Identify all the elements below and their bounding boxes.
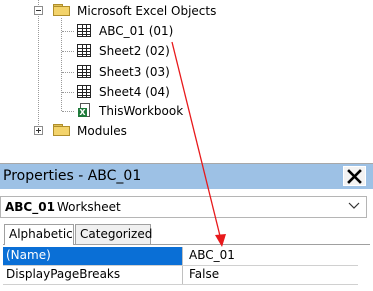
- property-name: (Name): [3, 247, 183, 265]
- tree-folder-modules[interactable]: Modules: [77, 123, 127, 139]
- folder-icon: [53, 4, 71, 16]
- property-value-input[interactable]: ABC_01: [187, 247, 359, 265]
- tree-item-sheet2[interactable]: Sheet2 (02): [99, 43, 170, 59]
- property-row-displaypagebreaks[interactable]: DisplayPageBreaks False: [3, 266, 358, 285]
- tree-branch-line: [62, 72, 74, 73]
- tree-branch-line: [62, 111, 74, 112]
- tree-guide-line: [38, 0, 39, 133]
- worksheet-icon: [77, 44, 91, 57]
- properties-tabs: Alphabetic Categorized: [0, 224, 373, 245]
- tree-branch-line: [62, 92, 74, 93]
- worksheet-icon: [77, 85, 91, 98]
- worksheet-icon: [77, 24, 91, 37]
- property-value-input[interactable]: False: [187, 266, 359, 284]
- workbook-icon: X: [78, 103, 92, 118]
- tab-label: Categorized: [80, 227, 153, 241]
- tree-branch-line: [62, 31, 74, 32]
- tree-item-sheet4[interactable]: Sheet4 (04): [99, 84, 170, 100]
- property-name: DisplayPageBreaks: [3, 266, 183, 284]
- tree-item-sheet3[interactable]: Sheet3 (03): [99, 64, 170, 80]
- object-select-dropdown[interactable]: ABC_01 Worksheet: [0, 196, 367, 218]
- tab-alphabetic[interactable]: Alphabetic: [4, 224, 74, 245]
- close-button[interactable]: [343, 166, 366, 186]
- tree-folder-excel-objects[interactable]: Microsoft Excel Objects: [77, 3, 216, 19]
- close-icon: [347, 169, 362, 184]
- worksheet-icon: [77, 65, 91, 78]
- project-explorer-tree: Microsoft Excel Objects ABC_01 (01) Shee…: [0, 0, 373, 152]
- tree-item-thisworkbook[interactable]: ThisWorkbook: [99, 103, 183, 119]
- tree-item-abc01[interactable]: ABC_01 (01): [99, 23, 173, 39]
- tab-label: Alphabetic: [9, 227, 73, 241]
- tab-categorized[interactable]: Categorized: [75, 224, 153, 244]
- tree-branch-line: [62, 51, 74, 52]
- property-grid: (Name) ABC_01 DisplayPageBreaks False: [3, 244, 370, 291]
- chevron-down-icon: [348, 202, 360, 209]
- property-row-name[interactable]: (Name) ABC_01: [3, 247, 358, 266]
- object-type: Worksheet: [57, 200, 121, 214]
- collapse-toggle[interactable]: [34, 6, 43, 15]
- properties-pane-header: Properties - ABC_01: [0, 163, 373, 189]
- object-name: ABC_01: [5, 200, 55, 214]
- properties-pane-title: Properties - ABC_01: [3, 168, 142, 184]
- folder-icon: [53, 124, 71, 136]
- expand-toggle[interactable]: [34, 126, 43, 135]
